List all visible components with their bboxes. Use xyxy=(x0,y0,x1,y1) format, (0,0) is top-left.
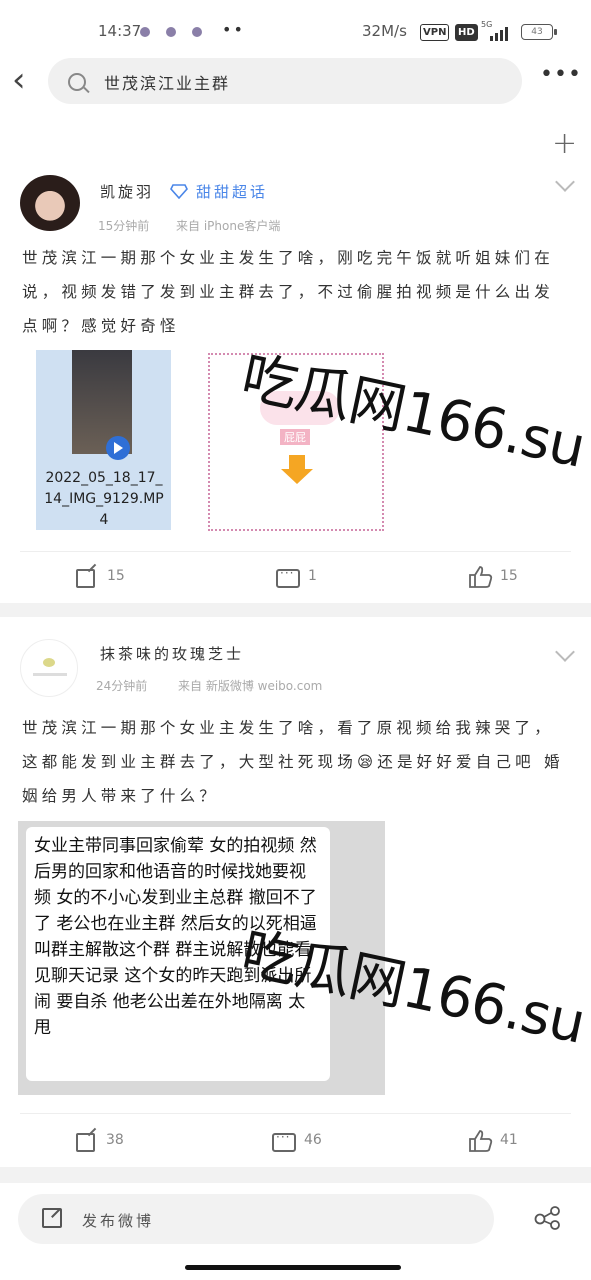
back-button[interactable]: ‹ xyxy=(12,63,26,97)
search-icon xyxy=(68,73,86,91)
comment-icon[interactable] xyxy=(276,566,300,588)
chevron-down-icon[interactable] xyxy=(555,172,575,192)
vpn-badge: VPN xyxy=(420,24,450,41)
hd-badge: HD xyxy=(455,24,478,41)
sticker-label: 屁屁 xyxy=(280,429,310,445)
notification-icon xyxy=(192,27,202,37)
post-text: 世茂滨江一期那个女业主发生了啥，看了原视频给我辣哭了，这都能发到业主群去了，大型… xyxy=(22,719,564,805)
post-time: 15分钟前 xyxy=(98,219,150,233)
like-count[interactable]: 41 xyxy=(500,1132,518,1148)
diamond-badge-icon xyxy=(170,184,188,199)
more-options-button[interactable]: ••• xyxy=(540,62,582,87)
share-nodes-icon[interactable] xyxy=(534,1206,562,1230)
video-attachment[interactable]: 2022_05_18_17_14_IMG_9129.MP4 xyxy=(36,350,171,530)
share-count[interactable]: 15 xyxy=(107,568,125,584)
share-icon[interactable] xyxy=(76,1133,95,1152)
add-tab-icon[interactable]: + xyxy=(552,126,577,161)
chevron-down-icon[interactable] xyxy=(555,642,575,662)
thumbs-up-icon[interactable] xyxy=(468,1129,494,1153)
notification-icon xyxy=(166,27,176,37)
signal-icon xyxy=(490,27,508,41)
super-topic-badge[interactable]: 甜甜超话 xyxy=(196,181,268,202)
video-file-name: 2022_05_18_17_14_IMG_9129.MP4 xyxy=(44,470,164,528)
thumbs-up-icon[interactable] xyxy=(468,565,494,589)
home-indicator[interactable] xyxy=(185,1265,401,1270)
post-author[interactable]: 凯旋羽 xyxy=(100,181,154,202)
post-source: 来自 iPhone客户端 xyxy=(176,219,281,233)
avatar[interactable] xyxy=(20,639,78,697)
comment-count[interactable]: 1 xyxy=(308,568,317,584)
tab-bar: 综合 实时 用户 关注 视频 图片 + xyxy=(0,115,591,287)
avatar[interactable] xyxy=(20,175,80,231)
notification-icon xyxy=(140,27,150,37)
share-count[interactable]: 38 xyxy=(106,1132,124,1148)
compose-button[interactable]: 发布微博 xyxy=(18,1194,494,1244)
battery-icon: 43 xyxy=(521,24,557,40)
post-text: 世茂滨江一期那个女业主发生了啥，刚吃完午饭就听姐妹们在说，视频发错了发到业主群去… xyxy=(22,249,554,335)
edit-icon xyxy=(42,1208,62,1228)
share-icon[interactable] xyxy=(76,569,95,588)
status-bar: 14:37 •• 32M/s VPN HD 5G 43 xyxy=(0,0,591,60)
search-query[interactable]: 世茂滨江业主群 xyxy=(104,70,230,94)
search-bar[interactable]: 世茂滨江业主群 xyxy=(48,58,522,104)
post-source: 来自 新版微博 weibo.com xyxy=(178,679,323,693)
video-icon xyxy=(106,436,130,460)
like-count[interactable]: 15 xyxy=(500,568,518,584)
more-notifications-icon: •• xyxy=(222,20,245,39)
status-time: 14:37 xyxy=(98,22,142,40)
post-card: 抹茶味的玫瑰芝士 24分钟前 来自 新版微博 weibo.com 世茂滨江一期那… xyxy=(0,617,591,1167)
comment-icon[interactable] xyxy=(272,1130,296,1152)
compose-label: 发布微博 xyxy=(82,1212,155,1230)
post-author[interactable]: 抹茶味的玫瑰芝士 xyxy=(100,643,244,664)
arrow-down-icon xyxy=(281,455,313,484)
comment-count[interactable]: 46 xyxy=(304,1132,322,1148)
network-speed: 32M/s xyxy=(362,22,407,40)
post-time: 24分钟前 xyxy=(96,679,148,693)
